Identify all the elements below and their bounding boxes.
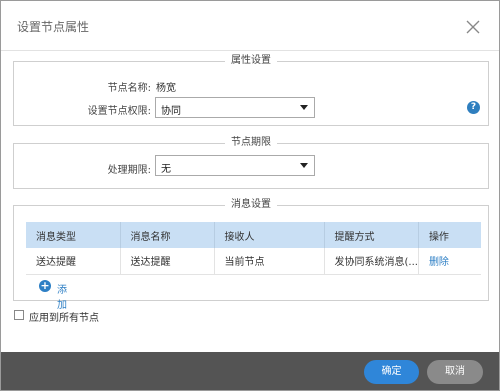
chevron-down-icon [300,163,308,168]
remind-method-cell: 发协同系统消息(... [324,248,419,275]
column-header: 提醒方式 [324,222,419,248]
message-name-cell: 送达提醒 [120,248,215,275]
confirm-button[interactable]: 确定 [364,360,419,384]
delete-link[interactable]: 删除 [418,248,481,275]
message-type-cell: 送达提醒 [26,248,121,275]
deadline-label: 处理期限: [107,165,151,176]
attributes-legend: 属性设置 [14,55,488,67]
column-header: 消息类型 [26,222,121,248]
apply-all-label: 应用到所有节点 [29,313,99,324]
table-header-row: 消息类型 消息名称 接收人 提醒方式 操作 [26,222,481,248]
deadline-selected-value: 无 [161,164,171,175]
message-table: 消息类型 消息名称 接收人 提醒方式 操作 送达提醒 送达提醒 当前节点 发协同… [26,222,481,275]
dialog-titlebar: 设置节点属性 [1,1,499,51]
table-row: 送达提醒 送达提醒 当前节点 发协同系统消息(... 删除 [26,248,481,275]
dialog-footer: 确定 取消 [1,352,499,390]
column-header: 消息名称 [120,222,215,248]
node-name-value: 杨宽 [156,83,176,94]
permission-label: 设置节点权限: [87,106,151,117]
add-icon: + [39,279,51,292]
node-name-label: 节点名称: [107,83,151,94]
chevron-down-icon [300,105,308,110]
column-header: 接收人 [214,222,325,248]
deadline-legend: 节点期限 [14,137,488,149]
node-properties-dialog: 设置节点属性 属性设置 节点名称: 杨宽 设置节点权限: 协同 ? 节点期限 处… [0,0,500,391]
deadline-select[interactable]: 无 [155,155,315,176]
checkbox-box[interactable] [14,310,24,320]
cancel-button[interactable]: 取消 [427,360,483,384]
receiver-cell: 当前节点 [214,248,325,275]
help-icon[interactable]: ? [467,101,480,114]
add-label: 添加 [57,285,67,311]
messages-legend: 消息设置 [14,199,488,211]
column-header: 操作 [418,222,481,248]
permission-selected-value: 协同 [161,106,181,117]
permission-select[interactable]: 协同 [155,97,315,118]
close-icon[interactable] [465,19,481,35]
dialog-title: 设置节点属性 [17,20,90,34]
